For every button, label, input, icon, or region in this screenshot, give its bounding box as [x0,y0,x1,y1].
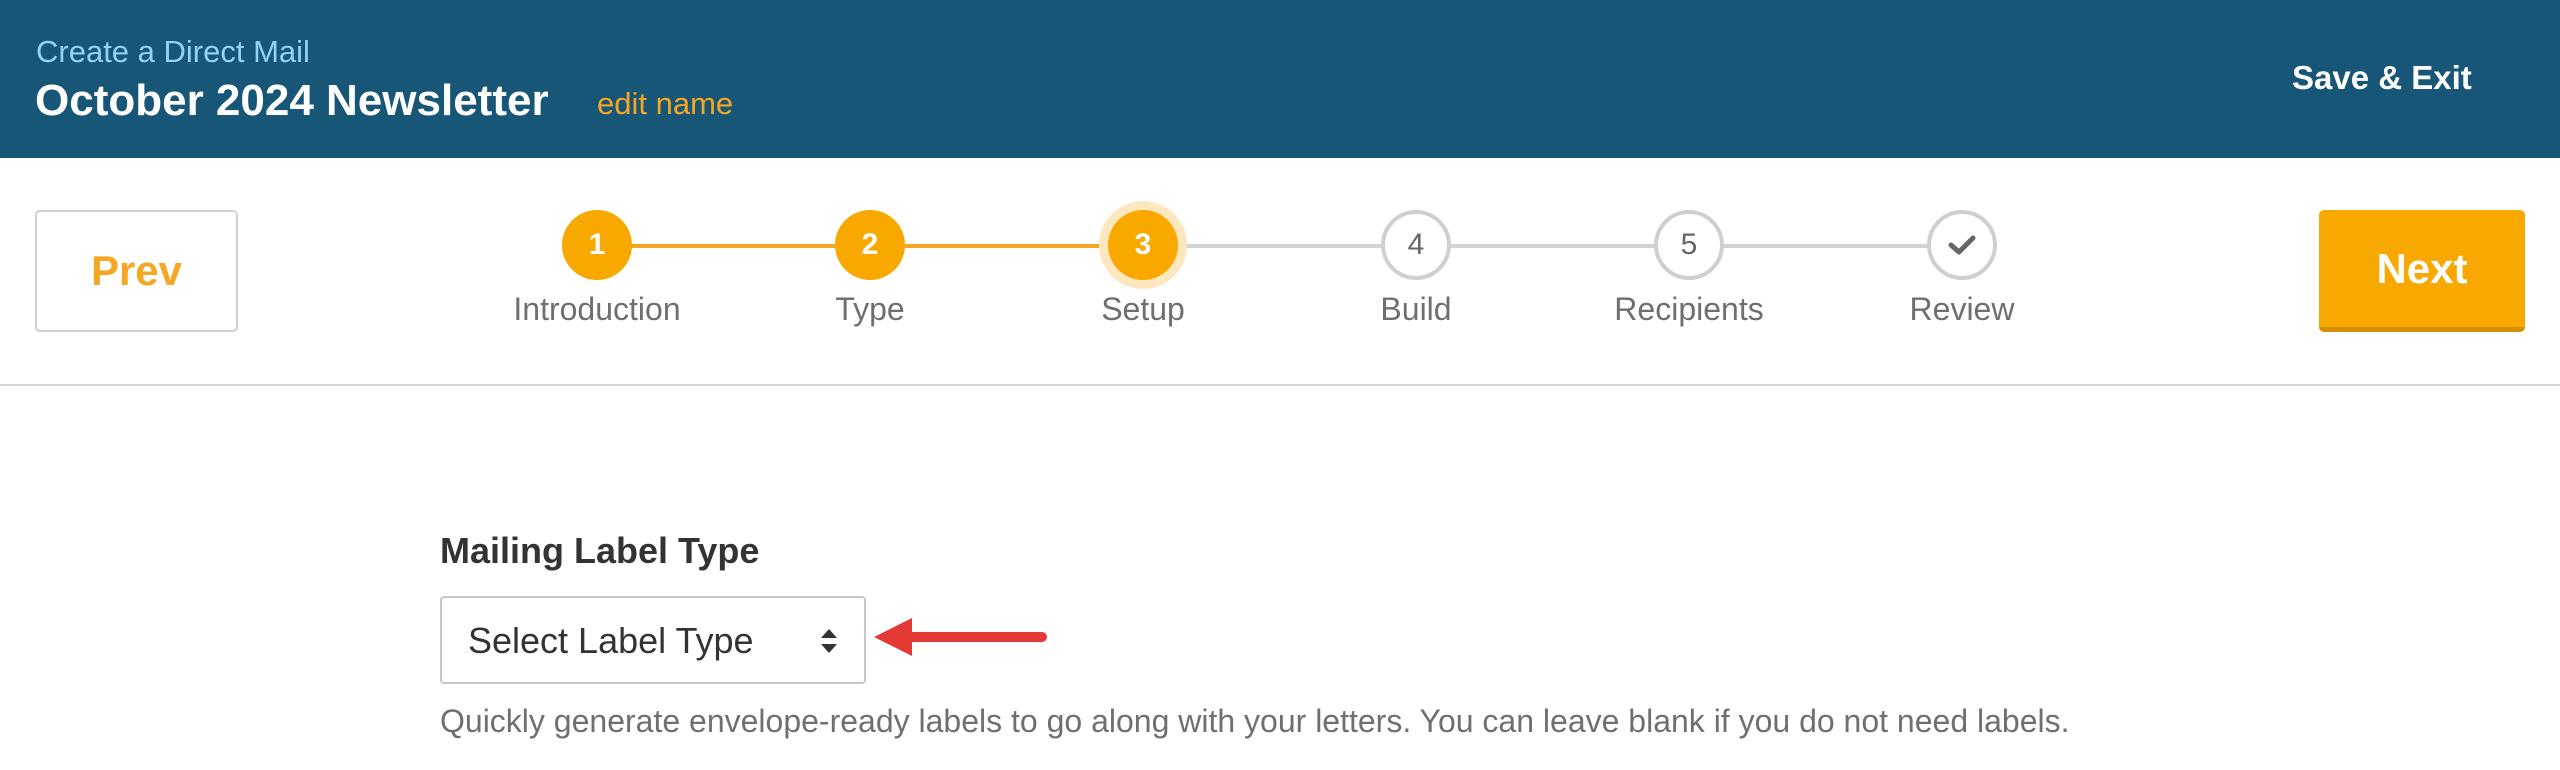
select-value: Select Label Type [468,620,754,661]
mailing-label-type-select[interactable]: Select Label Type [440,596,866,684]
step-label: Introduction [513,291,681,327]
step-label: Build [1380,291,1452,327]
step-number: 3 [1108,210,1178,280]
check-icon [1948,235,1976,255]
mailing-label-type-label: Mailing Label Type [440,530,760,571]
sort-icon [821,629,837,653]
save-exit-button[interactable]: Save & Exit [2292,58,2472,98]
header-eyebrow: Create a Direct Mail [36,34,310,69]
step-setup[interactable]: 3 Setup [1033,210,1253,328]
step-number: 4 [1381,210,1451,280]
step-label: Recipients [1614,291,1764,327]
step-type[interactable]: 2 Type [760,210,980,328]
page-header: Create a Direct Mail October 2024 Newsle… [0,0,2560,158]
step-build[interactable]: 4 Build [1306,210,1526,328]
step-number: 2 [835,210,905,280]
step-circle [1927,210,1997,280]
page-title: October 2024 Newsletter [35,76,549,125]
step-number: 5 [1654,210,1724,280]
next-button[interactable]: Next [2319,210,2525,332]
prev-button[interactable]: Prev [35,210,238,332]
step-label: Setup [1101,291,1185,327]
step-number: 1 [562,210,632,280]
wizard-stepper-bar: Prev 1 Introduction 2 Type 3 Setup 4 Bui… [0,158,2560,386]
step-label: Review [1909,291,2015,327]
step-review[interactable]: Review [1852,210,2072,328]
annotation-arrow-icon [874,618,1047,656]
mailing-label-help-text: Quickly generate envelope-ready labels t… [440,703,2070,739]
step-recipients[interactable]: 5 Recipients [1579,210,1799,328]
edit-name-link[interactable]: edit name [597,86,733,122]
step-introduction[interactable]: 1 Introduction [487,210,707,328]
step-label: Type [835,291,905,327]
